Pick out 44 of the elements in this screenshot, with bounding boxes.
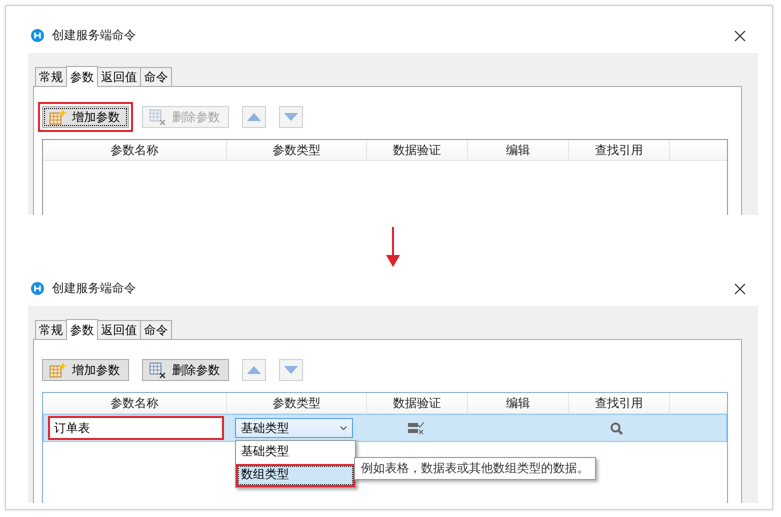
tab[interactable]: 返回值	[97, 320, 141, 339]
column-header: 参数类型	[227, 140, 367, 160]
column-header: 查找引用	[569, 140, 670, 160]
column-header: 参数名称	[43, 140, 227, 160]
close-icon[interactable]	[734, 30, 746, 42]
up-triangle-icon	[247, 113, 261, 121]
caret-icon	[340, 426, 347, 430]
tooltip: 例如表格，数据表或其他数组类型的数据。	[354, 457, 596, 480]
name-field[interactable]: 订单表	[48, 416, 224, 440]
column-header: 编辑	[468, 140, 569, 160]
column-header: 数据验证	[367, 140, 468, 160]
delete-parameter-button[interactable]: 删除参数	[142, 359, 229, 381]
dropdown-option[interactable]: 基础类型	[236, 441, 355, 464]
grid-cross-icon	[149, 109, 167, 125]
grid-cross-icon	[149, 362, 167, 378]
tab[interactable]: 命令	[140, 320, 172, 339]
column-header: 数据验证	[367, 393, 468, 413]
down-arrow	[386, 227, 400, 267]
grid-star-icon	[49, 362, 67, 378]
check-cross-icon[interactable]	[408, 421, 424, 435]
tab[interactable]: 参数	[66, 66, 98, 87]
down-triangle-icon	[284, 113, 298, 121]
search-icon[interactable]	[610, 422, 622, 434]
close-icon[interactable]	[734, 282, 746, 294]
column-header: 编辑	[468, 393, 569, 413]
tab[interactable]: 常规	[35, 320, 67, 339]
app-logo-icon	[31, 29, 44, 42]
window-title: 创建服务端命令	[52, 280, 136, 297]
window-title: 创建服务端命令	[52, 27, 136, 44]
tab[interactable]: 常规	[35, 67, 67, 86]
up-triangle-icon	[247, 366, 261, 374]
column-header: 参数类型	[227, 393, 367, 413]
app-logo-icon	[31, 282, 44, 295]
column-header: 查找引用	[569, 393, 670, 413]
dropdown-option[interactable]: 数组类型	[236, 464, 355, 487]
column-header: 参数名称	[43, 393, 227, 413]
down-triangle-icon	[284, 366, 298, 374]
tab[interactable]: 命令	[140, 67, 172, 86]
add-parameter-button[interactable]: 增加参数	[42, 359, 129, 381]
add-parameter-button[interactable]: 增加参数	[42, 106, 129, 128]
grid-star-icon	[49, 109, 67, 125]
tab[interactable]: 参数	[66, 319, 98, 340]
tab[interactable]: 返回值	[97, 67, 141, 86]
type-dropdown[interactable]: 基础类型	[235, 418, 353, 438]
